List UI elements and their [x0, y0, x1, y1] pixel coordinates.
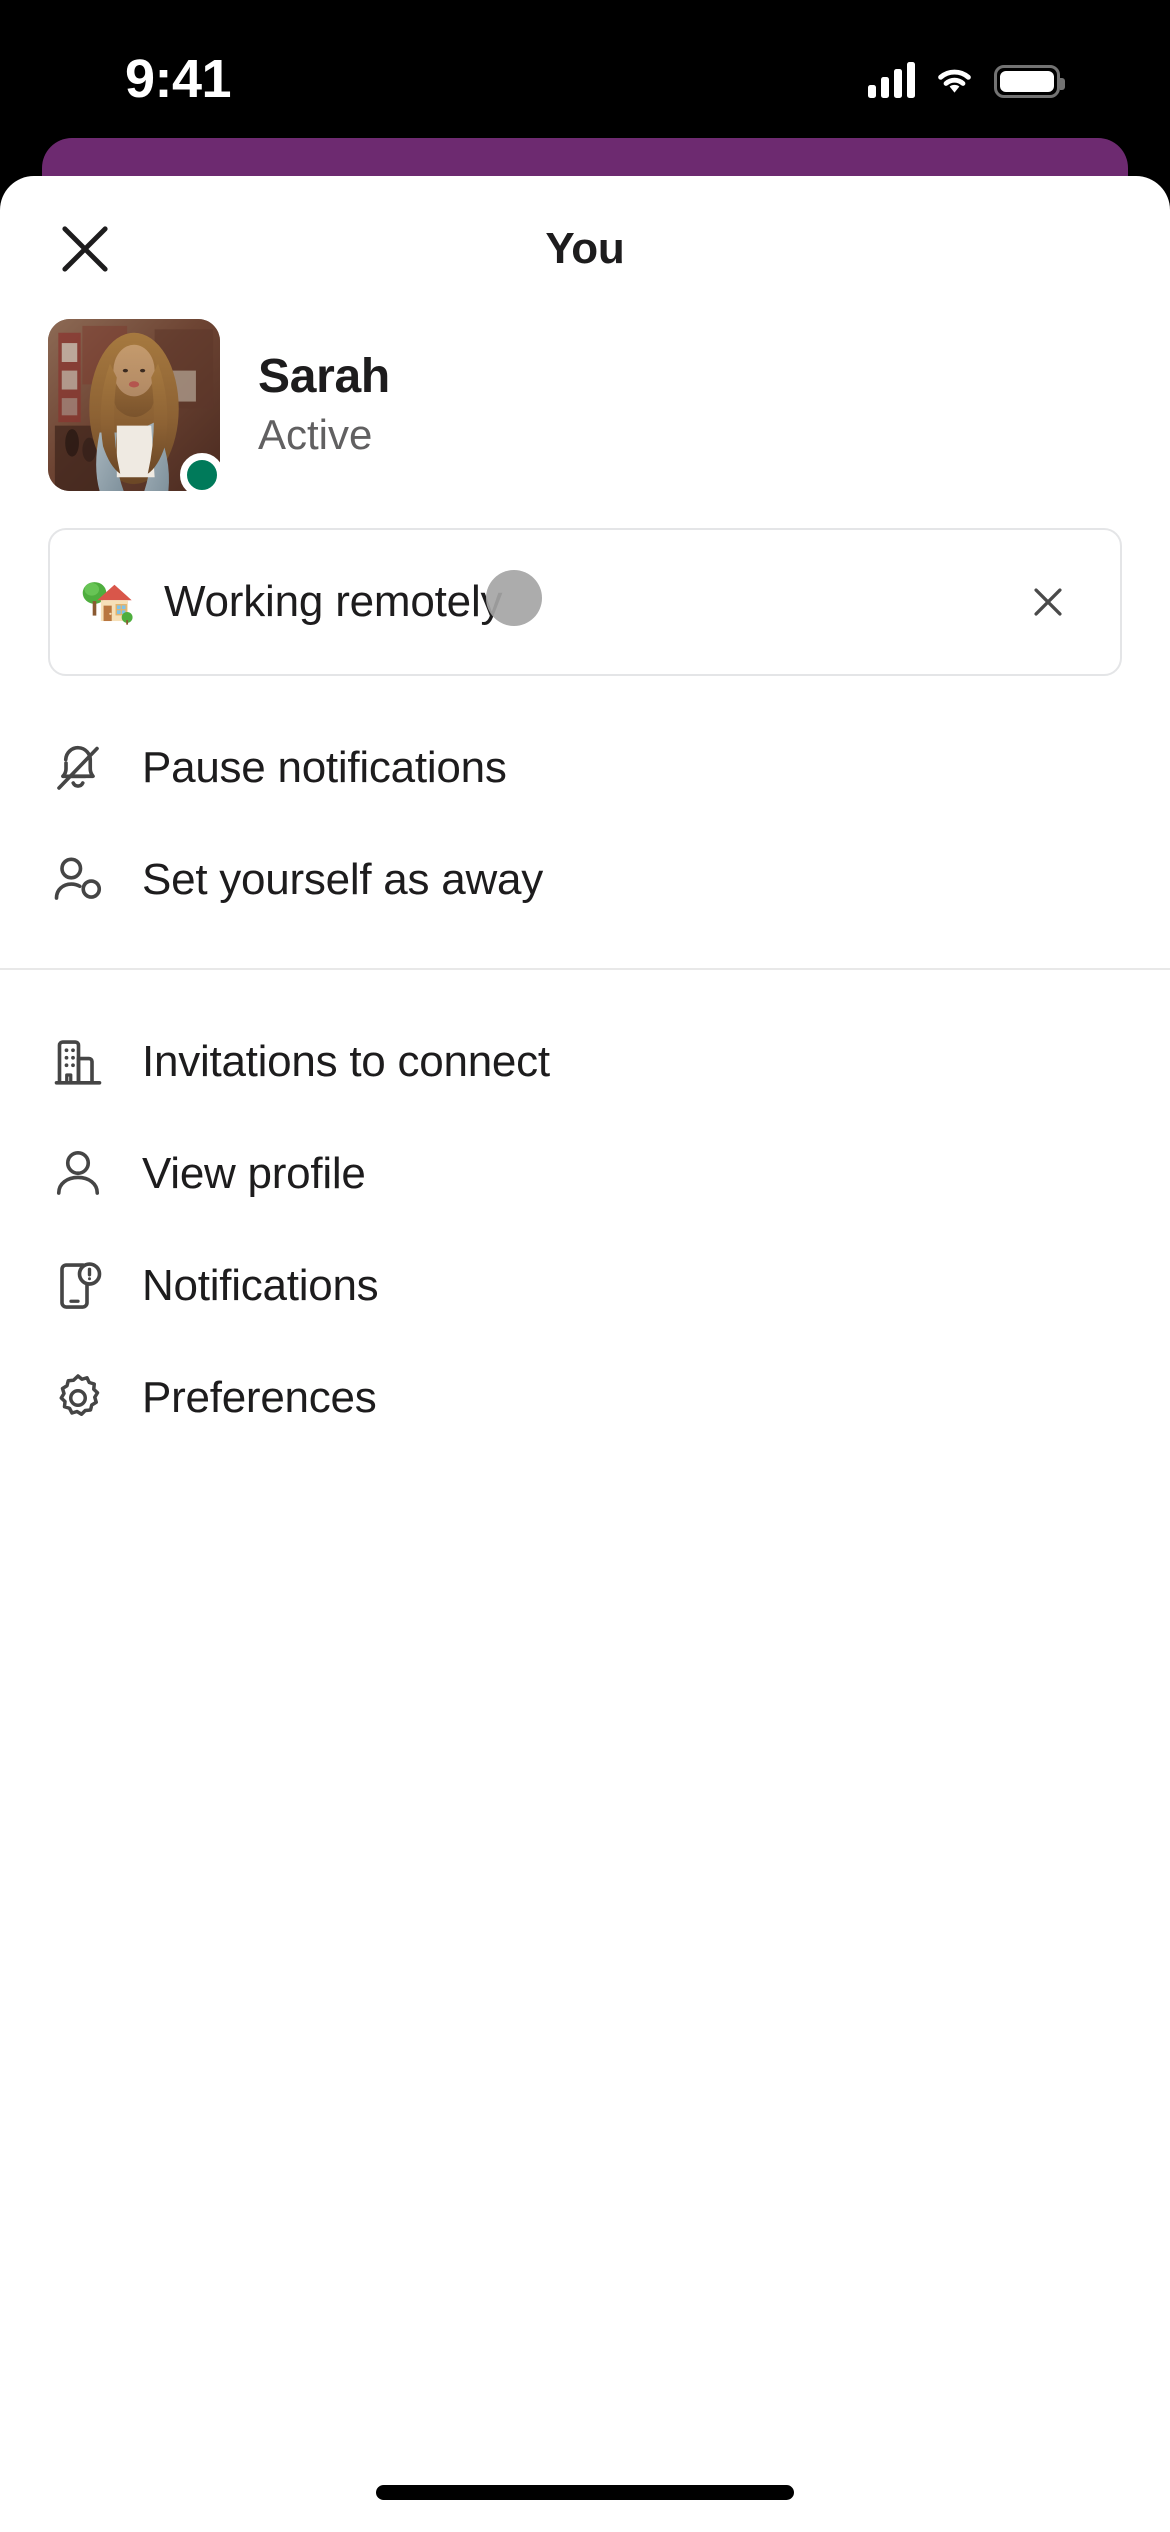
menu-item-pause-notifications[interactable]: Pause notifications	[0, 712, 1170, 824]
clear-status-button[interactable]	[1000, 554, 1096, 650]
menu-group-secondary: Invitations to connect View profile Noti…	[0, 1006, 1170, 1454]
profile-text: Sarah Active	[258, 350, 390, 461]
battery-full-icon	[994, 65, 1065, 98]
menu-item-label: Notifications	[142, 1261, 379, 1310]
menu-item-label: Invitations to connect	[142, 1037, 550, 1086]
page-title: You	[545, 224, 625, 273]
person-away-icon	[48, 850, 116, 910]
house-with-garden-emoji-icon	[80, 573, 138, 631]
menu-item-view-profile[interactable]: View profile	[0, 1118, 1170, 1230]
menu-item-label: Set yourself as away	[142, 855, 543, 904]
signal-bars-icon	[868, 62, 915, 98]
wifi-icon	[932, 64, 977, 98]
menu-item-preferences[interactable]: Preferences	[0, 1342, 1170, 1454]
home-indicator	[376, 2485, 794, 2500]
bell-slash-icon	[48, 738, 116, 798]
gear-icon	[48, 1368, 116, 1428]
menu-item-set-yourself-as-away[interactable]: Set yourself as away	[0, 824, 1170, 936]
presence-active-dot-icon	[180, 453, 224, 497]
menu-item-notifications[interactable]: Notifications	[0, 1230, 1170, 1342]
status-bar: 9:41	[0, 0, 1170, 150]
profile-presence: Active	[258, 411, 373, 459]
status-field[interactable]: Working remotely	[48, 528, 1122, 676]
menu-item-label: View profile	[142, 1149, 366, 1198]
close-icon	[1034, 588, 1062, 616]
building-icon	[48, 1032, 116, 1092]
profile-row[interactable]: Sarah Active	[0, 310, 1170, 500]
person-icon	[48, 1144, 116, 1204]
status-bar-time: 9:41	[125, 49, 232, 109]
status-bar-icons	[868, 52, 1065, 98]
you-menu-sheet: You Sarah Active Working remotely Pause …	[0, 176, 1170, 2532]
status-text: Working remotely	[164, 577, 503, 626]
menu-group-primary: Pause notifications Set yourself as away	[0, 712, 1170, 936]
sheet-header: You	[0, 176, 1170, 310]
mobile-bell-icon	[48, 1256, 116, 1316]
menu-item-invitations-to-connect[interactable]: Invitations to connect	[0, 1006, 1170, 1118]
phone-screen: 9:41 You Sarah Active Working remotely P…	[0, 0, 1170, 2532]
section-divider	[0, 968, 1170, 970]
menu-item-label: Preferences	[142, 1373, 377, 1422]
menu-item-label: Pause notifications	[142, 743, 507, 792]
profile-name: Sarah	[258, 349, 390, 403]
avatar-wrap	[48, 319, 224, 497]
